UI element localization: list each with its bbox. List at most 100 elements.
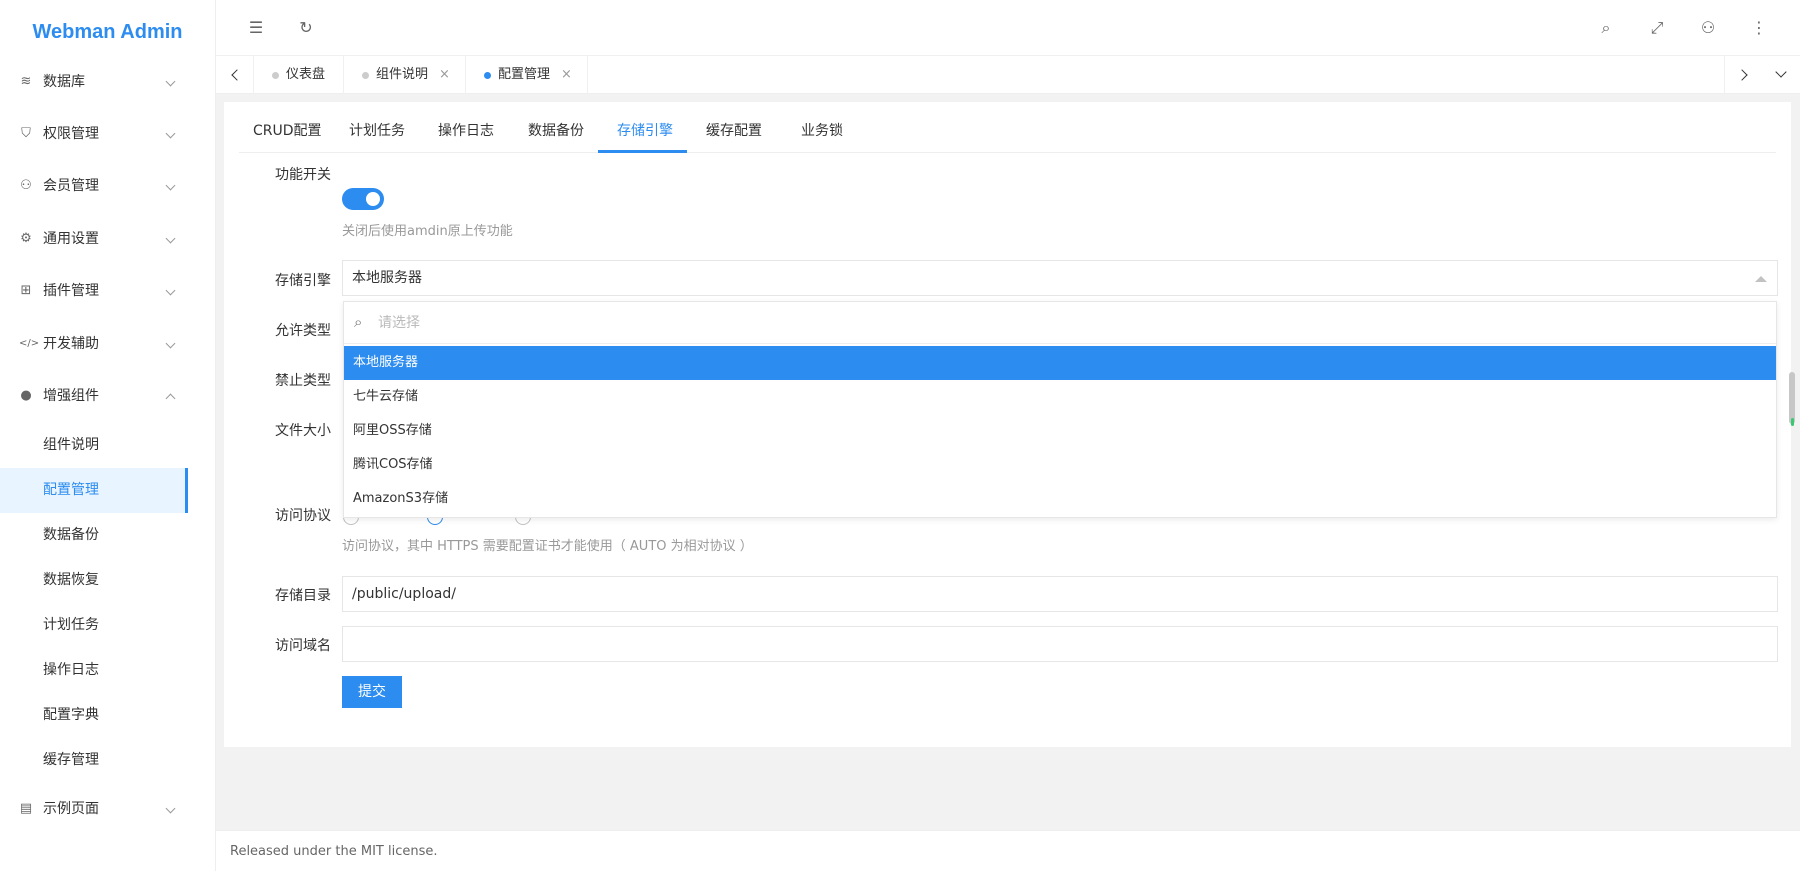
sidebar-subitem-label: 操作日志 xyxy=(43,662,99,678)
dropdown-option-tencent-cos[interactable]: 腾讯COS存储 xyxy=(344,448,1776,482)
tabs-divider xyxy=(239,152,1776,153)
tabs-scroll-left[interactable] xyxy=(216,56,254,94)
scroll-indicator xyxy=(1791,418,1794,426)
dir-input[interactable]: /public/upload/ xyxy=(342,576,1778,612)
sidebar-item-label: 通用设置 xyxy=(43,231,99,247)
sidebar-item-examples[interactable]: ▤ 示例页面 xyxy=(0,783,216,835)
plugin-icon: ⊞ xyxy=(20,283,32,298)
sidebar-subitem-restore[interactable]: 数据恢复 xyxy=(0,558,216,603)
chevron-up-icon xyxy=(165,393,176,404)
dir-input-value: /public/upload/ xyxy=(352,586,456,602)
engine-dropdown: ⌕ 本地服务器 七牛云存储 阿里OSS存储 腾讯COS存储 AmazonS3存储 xyxy=(343,301,1777,518)
tab-logs[interactable]: 操作日志 xyxy=(438,120,494,154)
active-tab-underline xyxy=(598,150,687,153)
search-icon[interactable]: ⌕ xyxy=(1596,18,1616,38)
sidebar-subitem-label: 配置管理 xyxy=(43,482,99,498)
sidebar-item-plugins[interactable]: ⊞ 插件管理 xyxy=(0,265,216,317)
domain-input[interactable] xyxy=(342,626,1778,662)
chevron-down-icon xyxy=(1775,66,1787,78)
chevron-down-icon xyxy=(165,338,176,349)
chevron-left-icon xyxy=(231,69,243,81)
sidebar-item-label: 数据库 xyxy=(43,74,85,90)
top-header: ☰ ↻ ⌕ ⤢ ⚇ ⋮ xyxy=(216,0,1800,56)
feature-switch[interactable] xyxy=(342,188,384,210)
engine-select-value: 本地服务器 xyxy=(352,270,422,286)
fullscreen-icon[interactable]: ⤢ xyxy=(1647,18,1667,38)
page-tab-label: 配置管理 xyxy=(498,67,551,82)
sidebar-subitem-cache[interactable]: 缓存管理 xyxy=(0,738,216,783)
sidebar-subitem-label: 计划任务 xyxy=(43,617,99,633)
sidebar-item-settings[interactable]: ⚙ 通用设置 xyxy=(0,213,216,265)
pages-icon: ▤ xyxy=(19,801,33,816)
domain-label: 访问域名 xyxy=(275,638,331,654)
close-icon[interactable]: × xyxy=(561,56,572,94)
refresh-icon[interactable]: ↻ xyxy=(296,18,316,38)
sidebar-item-enhanced[interactable]: ● 增强组件 xyxy=(0,370,216,422)
tab-storage[interactable]: 存储引擎 xyxy=(617,120,673,154)
dir-label: 存储目录 xyxy=(275,588,331,604)
protocol-label: 访问协议 xyxy=(275,508,331,524)
submit-button[interactable]: 提交 xyxy=(342,676,402,708)
shield-icon: ⛉ xyxy=(21,126,31,141)
dropdown-option-qiniu[interactable]: 七牛云存储 xyxy=(344,380,1776,414)
tabs-scroll-right[interactable] xyxy=(1724,56,1762,94)
page-tab-dashboard[interactable]: 仪表盘 xyxy=(254,56,344,94)
sidebar-item-label: 会员管理 xyxy=(43,178,99,194)
menu-fold-icon[interactable]: ☰ xyxy=(246,18,266,38)
sidebar-item-label: 开发辅助 xyxy=(43,336,99,352)
engine-label: 存储引擎 xyxy=(275,273,331,289)
chevron-right-icon xyxy=(1736,69,1748,81)
sidebar: Webman Admin ≋ 数据库 ⛉ 权限管理 ⚇ 会员管理 ⚙ 通用设置 … xyxy=(0,0,216,871)
sidebar-item-permissions[interactable]: ⛉ 权限管理 xyxy=(0,108,216,160)
sidebar-item-members[interactable]: ⚇ 会员管理 xyxy=(0,160,216,212)
chevron-down-icon xyxy=(165,233,176,244)
sidebar-item-dev[interactable]: </> 开发辅助 xyxy=(0,318,216,370)
dropdown-option-aliyun-oss[interactable]: 阿里OSS存储 xyxy=(344,414,1776,448)
dropdown-option-amazon-s3[interactable]: AmazonS3存储 xyxy=(344,482,1776,516)
sidebar-subitem-config[interactable]: 配置管理 xyxy=(0,468,188,513)
sidebar-subitem-docs[interactable]: 组件说明 xyxy=(0,423,216,468)
file-size-label: 文件大小 xyxy=(275,423,331,439)
sidebar-subitem-backup[interactable]: 数据备份 xyxy=(0,513,216,558)
more-icon[interactable]: ⋮ xyxy=(1749,18,1769,38)
dropdown-option-local[interactable]: 本地服务器 xyxy=(344,346,1776,380)
chevron-down-icon xyxy=(165,285,176,296)
sidebar-subitem-cron[interactable]: 计划任务 xyxy=(0,603,216,648)
sidebar-subitem-label: 组件说明 xyxy=(43,437,99,453)
footer: Released under the MIT license. xyxy=(216,830,1800,871)
dropdown-search-input[interactable] xyxy=(378,307,1758,339)
scrollbar-thumb[interactable] xyxy=(1789,372,1795,424)
chevron-down-icon xyxy=(165,803,176,814)
chevron-down-icon xyxy=(165,180,176,191)
footer-text: Released under the MIT license. xyxy=(230,844,438,859)
tabs-menu[interactable] xyxy=(1762,56,1800,94)
caret-up-icon xyxy=(1755,276,1767,282)
code-icon: </> xyxy=(19,338,40,349)
page-tabs-bar: 仪表盘 组件说明 × 配置管理 × xyxy=(216,56,1800,94)
user-icon[interactable]: ⚇ xyxy=(1698,18,1718,38)
sidebar-item-label: 权限管理 xyxy=(43,126,99,142)
active-indicator xyxy=(185,468,188,513)
tab-dot xyxy=(272,72,279,79)
sidebar-subitem-label: 数据恢复 xyxy=(43,572,99,588)
tab-dot xyxy=(484,72,491,79)
switch-hint: 关闭后使用amdin原上传功能 xyxy=(342,224,513,239)
tab-cron[interactable]: 计划任务 xyxy=(349,120,405,154)
sidebar-subitem-label: 缓存管理 xyxy=(43,752,99,768)
switch-knob xyxy=(366,192,380,206)
tab-backup[interactable]: 数据备份 xyxy=(528,120,584,154)
sidebar-subitem-label: 配置字典 xyxy=(43,707,99,723)
app-logo: Webman Admin xyxy=(32,21,183,43)
sidebar-subitem-dict[interactable]: 配置字典 xyxy=(0,693,216,738)
page-tab-docs[interactable]: 组件说明 × xyxy=(344,56,466,94)
tab-lock[interactable]: 业务锁 xyxy=(801,120,843,154)
tab-crud[interactable]: CRUD配置 xyxy=(253,120,322,154)
page-tab-config[interactable]: 配置管理 × xyxy=(466,56,588,94)
sidebar-item-database[interactable]: ≋ 数据库 xyxy=(0,56,216,108)
engine-select[interactable]: 本地服务器 xyxy=(342,260,1778,296)
close-icon[interactable]: × xyxy=(439,56,450,94)
allow-type-label: 允许类型 xyxy=(275,323,331,339)
sidebar-subitem-logs[interactable]: 操作日志 xyxy=(0,648,216,693)
compass-icon: ● xyxy=(20,388,32,403)
tab-cache[interactable]: 缓存配置 xyxy=(706,120,762,154)
